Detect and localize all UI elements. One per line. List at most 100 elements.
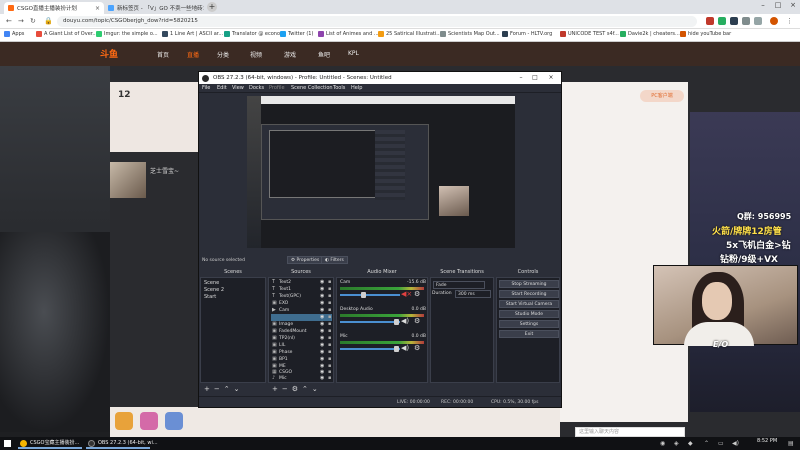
lock-icon[interactable]: ▪ — [328, 328, 331, 335]
taskbar-app-obs[interactable]: OBS 27.2.3 (64-bit, wi... — [86, 438, 158, 449]
visibility-eye-icon[interactable]: ◉ — [320, 279, 324, 286]
visibility-eye-icon[interactable]: ◉ — [320, 286, 324, 293]
bookmark-item[interactable]: Scientists Map Out... — [440, 31, 500, 37]
volume-slider[interactable] — [340, 348, 400, 350]
volume-icon[interactable]: ◀) — [732, 440, 739, 447]
menu-dots-icon[interactable]: ⋮ — [786, 17, 793, 25]
remove-icon[interactable]: − — [282, 384, 288, 394]
back-icon[interactable]: ← — [6, 17, 12, 25]
transition-select[interactable]: Fade — [433, 281, 485, 289]
lock-icon[interactable]: ▪ — [328, 342, 331, 349]
forward-icon[interactable]: → — [18, 17, 24, 25]
source-item[interactable]: ♪ Mic ◉ ▪ — [271, 375, 332, 382]
nav-item[interactable]: 分类 — [217, 50, 229, 59]
volume-slider[interactable] — [340, 294, 400, 296]
reload-icon[interactable]: ↻ — [30, 17, 36, 25]
start-recording-button[interactable]: Start Recording — [499, 290, 559, 298]
source-item[interactable]: ▣ Phase ◉ ▪ — [271, 349, 332, 356]
maximize-icon[interactable]: □ — [529, 72, 541, 84]
tray-icon[interactable]: ◆ — [688, 440, 693, 447]
bookmark-item[interactable]: Translator @ econo... — [224, 31, 285, 37]
nav-item[interactable]: 游戏 — [284, 50, 296, 59]
source-item[interactable]: ▣ EXO ◉ ▪ — [271, 300, 332, 307]
bookmark-item[interactable]: Twitter (1) — [280, 31, 313, 37]
visibility-eye-icon[interactable]: ◉ — [320, 342, 324, 349]
gift-icon[interactable] — [165, 412, 183, 430]
exit-button[interactable]: Exit — [499, 330, 559, 338]
menu-tools[interactable]: Tools — [333, 85, 345, 91]
extension-icon[interactable] — [718, 17, 726, 25]
start-virtual-camera-button[interactable]: Start Virtual Camera — [499, 300, 559, 308]
nav-item[interactable]: 视频 — [250, 50, 262, 59]
source-item[interactable]: ▣ Fade4Mount ◉ ▪ — [271, 328, 332, 335]
gear-icon[interactable]: ⚙ — [414, 317, 420, 325]
bookmark-item[interactable]: Davie2k | cheaters... — [620, 31, 680, 37]
gift-icon[interactable] — [140, 412, 158, 430]
network-icon[interactable]: ▭ — [718, 440, 724, 447]
source-item[interactable]: ▣ TP2(nl) ◉ ▪ — [271, 335, 332, 342]
speaker-icon[interactable]: ◀) — [401, 344, 409, 352]
close-icon[interactable]: × — [545, 72, 557, 84]
stop-streaming-button[interactable]: Stop Streaming — [499, 280, 559, 288]
volume-slider-handle[interactable] — [394, 319, 399, 325]
bookmark-item[interactable]: Apps — [4, 31, 24, 37]
browser-tab-douyu[interactable]: CSGO直播主播装扮计划 × — [4, 2, 104, 14]
minimize-icon[interactable]: – — [756, 1, 770, 9]
source-item[interactable]: ▣ LIL ◉ ▪ — [271, 342, 332, 349]
menu-help[interactable]: Help — [351, 85, 362, 91]
scene-item[interactable]: Scene 2 — [204, 287, 224, 293]
lock-icon[interactable]: ▪ — [328, 293, 331, 300]
address-bar-input[interactable]: douyu.com/topic/CSGOberjgh_dow?rid=58202… — [57, 16, 697, 27]
pc-client-button[interactable]: PC客户端 — [640, 90, 684, 102]
move-down-icon[interactable]: ⌄ — [312, 384, 318, 394]
nav-item[interactable]: 首页 — [157, 50, 169, 59]
lock-icon[interactable]: ▪ — [328, 321, 331, 328]
visibility-eye-icon[interactable]: ◉ — [320, 375, 324, 382]
menu-scene-collection[interactable]: Scene Collection — [291, 85, 333, 91]
lock-icon[interactable]: ▪ — [328, 314, 331, 321]
anchor-avatar[interactable] — [110, 162, 146, 198]
bookmark-item[interactable]: Forum - HLTV.org — [502, 31, 552, 37]
close-tab-icon[interactable]: × — [203, 5, 204, 12]
bookmark-item[interactable]: 25 Satirical Illustrati... — [378, 31, 441, 37]
filters-button[interactable]: ◐ Filters — [321, 256, 348, 264]
visibility-eye-icon[interactable]: ◉ — [320, 356, 324, 363]
scene-item[interactable]: Start — [204, 294, 216, 300]
gift-icon[interactable] — [115, 412, 133, 430]
visibility-eye-icon[interactable]: ◉ — [320, 335, 324, 342]
tray-icon[interactable]: ◉ — [660, 440, 665, 447]
chat-input[interactable]: 这里输入聊天内容 — [575, 427, 685, 437]
source-item[interactable]: T Text1 ◉ ▪ — [271, 286, 332, 293]
bookmark-item[interactable]: 1 Line Art | ASCII ar... — [162, 31, 223, 37]
muted-speaker-icon[interactable]: ◀× — [401, 290, 412, 298]
notification-icon[interactable]: ▤ — [788, 440, 794, 447]
puzzle-icon[interactable] — [754, 17, 762, 25]
close-window-icon[interactable]: × — [786, 1, 800, 9]
add-icon[interactable]: + — [204, 384, 210, 394]
obs-titlebar[interactable]: OBS 27.2.3 (64-bit, windows) - Profile: … — [199, 72, 561, 84]
move-down-icon[interactable]: ⌄ — [234, 384, 240, 394]
lock-icon[interactable]: ▪ — [328, 307, 331, 314]
gear-icon[interactable]: ⚙ — [414, 290, 420, 298]
maximize-icon[interactable]: □ — [771, 1, 785, 9]
source-item[interactable]: T Text2 ◉ ▪ — [271, 279, 332, 286]
nav-item[interactable]: KPL — [348, 50, 359, 57]
bookmark-item[interactable]: hide youTube bar — [680, 31, 731, 37]
lock-icon[interactable]: ▪ — [328, 349, 331, 356]
source-item[interactable]: ▣ Image ◉ ▪ — [271, 321, 332, 328]
lock-icon[interactable]: ▪ — [328, 375, 331, 382]
browser-tab-second[interactable]: 新标签页 - 「V」GO 不卖一些地砖 × — [104, 2, 204, 14]
settings-button[interactable]: Settings — [499, 320, 559, 328]
extension-icon[interactable] — [742, 17, 750, 25]
bookmark-item[interactable]: Imgur: the simple o... — [96, 31, 158, 37]
windows-start-icon[interactable] — [4, 440, 11, 447]
studio-mode-button[interactable]: Studio Mode — [499, 310, 559, 318]
volume-slider[interactable] — [340, 321, 400, 323]
visibility-eye-icon[interactable]: ◉ — [320, 328, 324, 335]
move-up-icon[interactable]: ⌃ — [224, 384, 230, 394]
source-item-selected[interactable]: ◉ ▪ — [271, 314, 332, 321]
bookmark-item[interactable]: UNICODE TEST s4f... — [560, 31, 619, 37]
minimize-icon[interactable]: – — [515, 72, 527, 84]
menu-docks[interactable]: Docks — [249, 85, 264, 91]
avatar[interactable] — [770, 17, 778, 25]
